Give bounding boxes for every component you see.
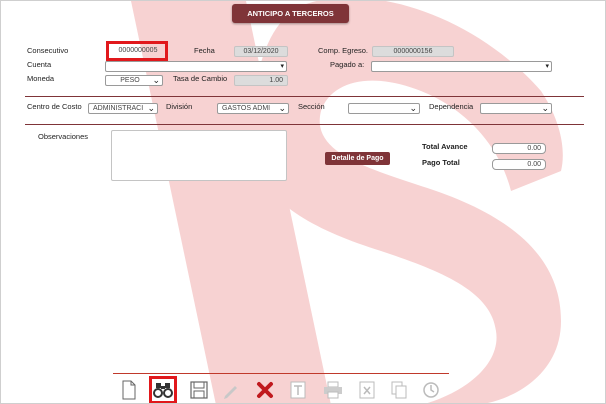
history-icon xyxy=(423,382,439,398)
comp-egreso-label: Comp. Egreso. xyxy=(318,46,369,55)
fecha-field[interactable]: 03/12/2020 xyxy=(234,46,288,57)
copy-icon xyxy=(391,381,407,399)
print-icon xyxy=(324,381,342,399)
cuenta-select[interactable]: ▾ xyxy=(105,61,287,72)
dependencia-label: Dependencia xyxy=(429,102,474,111)
toolbar-divider xyxy=(113,373,449,374)
tasa-field[interactable]: 1.00 xyxy=(234,75,288,86)
moneda-label: Moneda xyxy=(27,74,55,83)
division-select[interactable]: GASTOS ADMI ⌄ xyxy=(217,103,289,114)
search-binoculars-button[interactable] xyxy=(149,376,177,403)
tasa-label: Tasa de Cambio xyxy=(173,74,228,83)
centro-costo-select[interactable]: ADMINISTRACI ⌄ xyxy=(88,103,158,114)
chevron-down-icon: ⌄ xyxy=(152,75,160,85)
print-button[interactable] xyxy=(319,376,347,403)
chevron-down-icon: ⌄ xyxy=(147,103,155,113)
binoculars-icon xyxy=(153,383,173,398)
edit-pencil-icon xyxy=(224,386,237,399)
save-icon xyxy=(190,381,208,399)
history-button[interactable] xyxy=(417,376,445,403)
moneda-value: PESO xyxy=(120,77,140,84)
section-divider xyxy=(25,96,584,97)
page-title-button[interactable]: ANTICIPO A TERCEROS xyxy=(232,4,349,23)
consecutivo-highlight xyxy=(106,41,168,61)
division-value: GASTOS ADMI xyxy=(222,105,271,112)
new-document-icon xyxy=(122,380,136,400)
edit-button[interactable] xyxy=(217,376,245,403)
centro-costo-value: ADMINISTRACI xyxy=(93,105,144,112)
excel-button[interactable] xyxy=(353,376,381,403)
save-button[interactable] xyxy=(185,376,213,403)
observaciones-textarea[interactable] xyxy=(111,130,287,181)
section-divider xyxy=(25,124,584,125)
dependencia-select[interactable]: ⌄ xyxy=(480,103,552,114)
copy-button[interactable] xyxy=(385,376,413,403)
consecutivo-label: Consecutivo xyxy=(27,46,69,55)
comp-egreso-field[interactable]: 0000000156 xyxy=(372,46,454,57)
pago-total-field[interactable]: 0.00 xyxy=(492,159,546,170)
centro-costo-label: Centro de Costo xyxy=(27,102,82,111)
delete-button[interactable] xyxy=(251,376,279,403)
seccion-select[interactable]: ⌄ xyxy=(348,103,420,114)
text-icon xyxy=(290,381,306,399)
seccion-label: Sección xyxy=(298,102,325,111)
chevron-down-icon: ▾ xyxy=(280,63,284,70)
division-label: División xyxy=(166,102,193,111)
pago-total-label: Pago Total xyxy=(422,158,460,167)
new-document-button[interactable] xyxy=(115,376,143,403)
excel-icon xyxy=(359,381,375,399)
delete-x-icon xyxy=(257,382,273,398)
app-frame: ANTICIPO A TERCEROS Consecutivo 00000000… xyxy=(0,0,606,404)
chevron-down-icon: ⌄ xyxy=(278,103,286,113)
observaciones-label: Observaciones xyxy=(38,132,89,141)
chevron-down-icon: ⌄ xyxy=(541,103,549,113)
pagado-label: Pagado a: xyxy=(330,60,365,69)
fecha-label: Fecha xyxy=(194,46,215,55)
total-avance-field[interactable]: 0.00 xyxy=(492,143,546,154)
pagado-select[interactable]: ▾ xyxy=(371,61,552,72)
text-button[interactable] xyxy=(284,376,312,403)
cuenta-label: Cuenta xyxy=(27,60,52,69)
moneda-select[interactable]: PESO ⌄ xyxy=(105,75,163,86)
chevron-down-icon: ⌄ xyxy=(409,103,417,113)
total-avance-label: Total Avance xyxy=(422,142,468,151)
chevron-down-icon: ▾ xyxy=(545,63,549,70)
detalle-pago-button[interactable]: Detalle de Pago xyxy=(325,152,390,165)
